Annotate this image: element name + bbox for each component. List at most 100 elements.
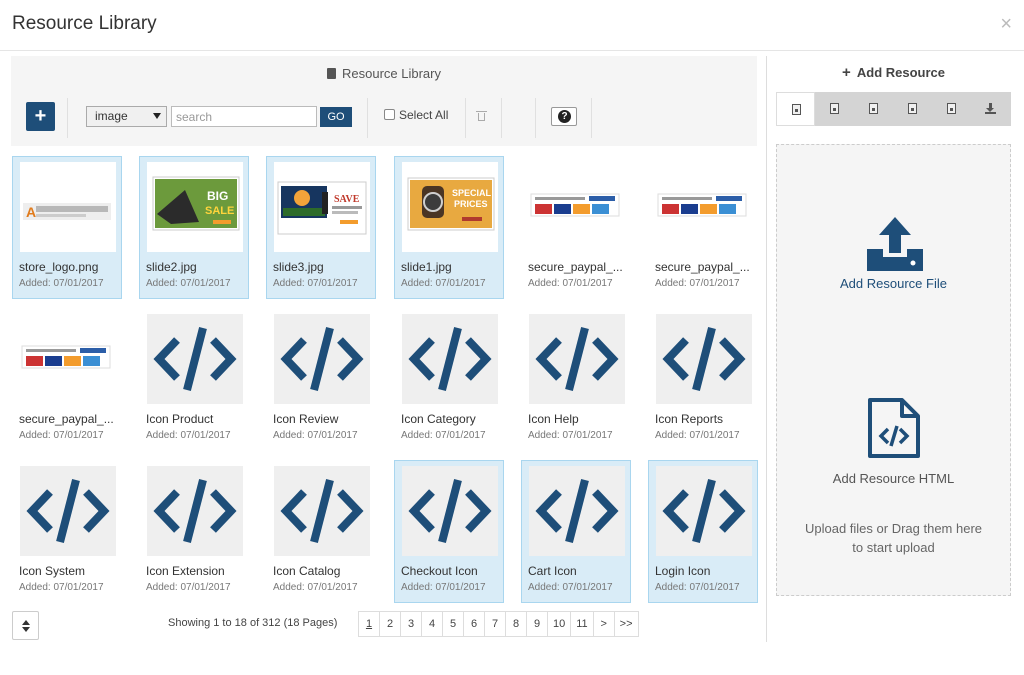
resource-name: store_logo.png [19,260,99,274]
code-icon [535,327,619,391]
resource-tile[interactable]: SAVE slide3.jpg Added: 07/01/2017 [266,156,376,299]
resource-thumbnail [147,466,243,556]
panel-divider [766,56,767,642]
slide-banner-image: BIG SALE [152,176,240,231]
paypal-badge-image [21,345,111,369]
resource-tile[interactable]: Login Icon Added: 07/01/2017 [648,460,758,603]
resource-name: Icon Product [146,412,214,426]
add-resource-file-label[interactable]: Add Resource File [777,276,1010,291]
resource-tile[interactable]: Icon Product Added: 07/01/2017 [139,308,249,451]
resource-tile[interactable]: Icon Help Added: 07/01/2017 [521,308,631,451]
resource-tile[interactable]: SPECIAL PRICES slide1.jpg Added: 07/01/2017 [394,156,504,299]
resource-thumbnail [529,162,625,252]
library-toolbar: Resource Library + image GO Select All ? [11,56,757,146]
code-icon [662,327,746,391]
resource-thumbnail [656,314,752,404]
resource-thumbnail: SAVE [274,162,370,252]
resource-tile[interactable]: secure_paypal_... Added: 07/01/2017 [12,308,122,451]
resource-tile[interactable]: Icon Reports Added: 07/01/2017 [648,308,758,451]
resource-tile[interactable]: Cart Icon Added: 07/01/2017 [521,460,631,603]
code-icon [408,479,492,543]
tab-video[interactable] [854,92,893,126]
tab-pdf[interactable] [893,92,932,126]
download-icon [985,103,996,114]
checkbox-icon [384,109,395,120]
code-icon [408,327,492,391]
resource-tile[interactable]: Icon Category Added: 07/01/2017 [394,308,504,451]
resource-date: Added: 07/01/2017 [146,582,231,593]
html-file-icon[interactable] [866,397,922,459]
resource-name: Icon Category [401,412,476,426]
page-link[interactable]: 7 [484,611,506,637]
page-link[interactable]: 11 [570,611,594,637]
tab-audio[interactable] [815,92,854,126]
add-resource-button[interactable]: + [26,102,55,131]
svg-text:BIG: BIG [207,189,228,203]
store-logo-image: A [23,203,111,220]
page-link[interactable]: 4 [421,611,443,637]
page-link[interactable]: > [592,611,615,637]
divider [591,98,592,138]
tab-image[interactable] [776,92,815,126]
divider [367,98,368,138]
page-link[interactable]: 8 [505,611,527,637]
page-link[interactable]: 10 [547,611,572,637]
trash-icon[interactable] [476,111,487,121]
resource-date: Added: 07/01/2017 [273,278,358,289]
resource-name: Cart Icon [528,564,577,578]
resource-thumbnail [402,466,498,556]
tab-archive[interactable] [932,92,971,126]
resource-tile[interactable]: secure_paypal_... Added: 07/01/2017 [521,156,631,299]
archive-file-icon [947,103,956,114]
help-button[interactable]: ? [551,107,577,126]
tab-download[interactable] [971,92,1010,126]
page-link[interactable]: 3 [400,611,422,637]
resource-tile[interactable]: Icon System Added: 07/01/2017 [12,460,122,603]
add-resource-title: + Add Resource [776,64,1011,81]
add-resource-html-label[interactable]: Add Resource HTML [777,471,1010,486]
modal-header: Resource Library × [0,0,1024,51]
page-link[interactable]: 6 [463,611,485,637]
resource-tile[interactable]: Astore_logo.png Added: 07/01/2017 [12,156,122,299]
resource-thumbnail [147,314,243,404]
resource-tile[interactable]: secure_paypal_... Added: 07/01/2017 [648,156,758,299]
resource-type-select[interactable]: image [86,106,167,127]
search-input[interactable] [171,106,317,127]
page-link[interactable]: >> [613,611,639,637]
resource-tile[interactable]: Checkout Icon Added: 07/01/2017 [394,460,504,603]
page-link[interactable]: 1 [358,611,380,637]
resource-tile[interactable]: BIG SALE slide2.jpg Added: 07/01/2017 [139,156,249,299]
resource-tile[interactable]: Icon Catalog Added: 07/01/2017 [266,460,376,603]
upload-drop-zone[interactable]: Add Resource File Add Resource HTML Uplo… [776,144,1011,596]
pdf-file-icon [908,103,917,114]
chevron-down-icon [153,113,161,119]
resource-type-selected: image [95,109,128,123]
code-icon [153,327,237,391]
code-icon [535,479,619,543]
page-link[interactable]: 9 [526,611,548,637]
resource-name: secure_paypal_... [19,412,114,426]
resource-thumbnail: SPECIAL PRICES [402,162,498,252]
caret-up-icon [22,620,30,625]
svg-text:SAVE: SAVE [334,194,360,205]
code-icon [280,479,364,543]
slide-banner-image: SAVE [277,181,367,235]
resource-tile[interactable]: Icon Extension Added: 07/01/2017 [139,460,249,603]
resource-thumbnail [274,466,370,556]
resource-date: Added: 07/01/2017 [655,582,740,593]
resource-thumbnail: BIG SALE [147,162,243,252]
resource-name: Icon Extension [146,564,225,578]
resource-date: Added: 07/01/2017 [655,430,740,441]
upload-icon[interactable] [865,215,925,273]
close-icon[interactable]: × [1000,14,1012,34]
page-link[interactable]: 5 [442,611,464,637]
resource-date: Added: 07/01/2017 [146,278,231,289]
drop-hint: Upload files or Drag them here to start … [777,519,1010,557]
sort-toggle-button[interactable] [12,611,39,640]
caret-down-icon [22,627,30,632]
select-all-checkbox[interactable]: Select All [384,108,448,122]
page-link[interactable]: 2 [379,611,401,637]
go-button[interactable]: GO [320,107,352,127]
add-resource-title-text: Add Resource [856,65,946,80]
resource-tile[interactable]: Icon Review Added: 07/01/2017 [266,308,376,451]
